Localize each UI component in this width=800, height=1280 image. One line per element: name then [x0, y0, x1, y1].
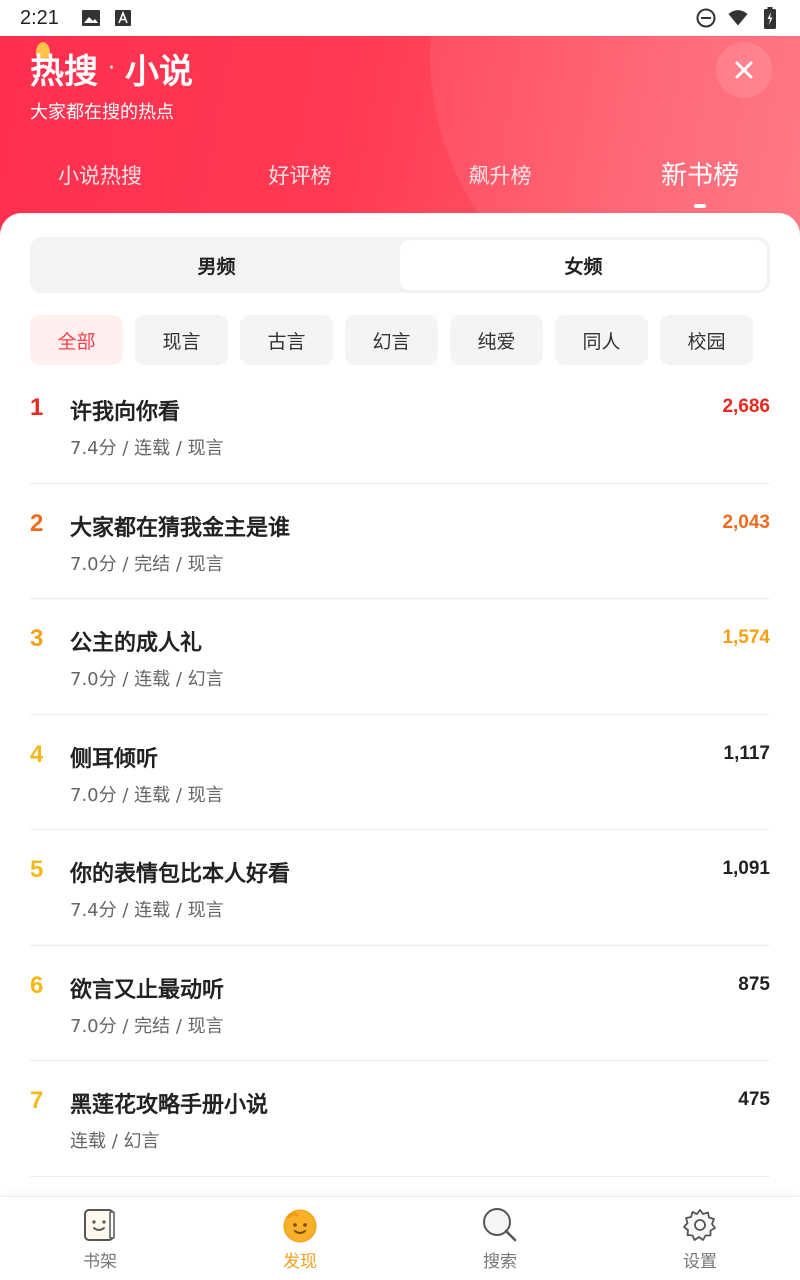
- search-count: 875: [738, 973, 770, 995]
- title-main: 热搜: [30, 52, 98, 92]
- do-not-disturb-icon: [696, 8, 716, 28]
- book-title: 公主的成人礼: [70, 631, 203, 656]
- rank-number: 2: [30, 509, 44, 537]
- rank-number: 5: [30, 856, 44, 883]
- chip-fan-fiction[interactable]: 同人: [555, 315, 648, 365]
- category-chips: 全部 现言 古言 幻言 纯爱 同人 校园: [30, 315, 770, 365]
- list-item[interactable]: 3 公主的成人礼 7.0分 / 连载 / 幻言 1,574: [30, 599, 770, 715]
- rank-number: 7: [30, 1087, 44, 1114]
- chip-pure-love[interactable]: 纯爱: [450, 315, 543, 365]
- rank-number: 1: [30, 394, 44, 421]
- book-meta: 7.4分 / 连载 / 现言: [70, 900, 224, 921]
- book-meta: 7.0分 / 完结 / 现言: [70, 1015, 224, 1037]
- chip-modern-romance[interactable]: 现言: [135, 315, 228, 365]
- status-bar: 2:21: [0, 0, 800, 36]
- book-title: 许我向你看: [70, 400, 181, 425]
- bottom-navigation: 书架 发现 搜索 设置: [0, 1196, 800, 1280]
- search-count: 1,091: [722, 858, 770, 879]
- chip-fantasy-romance[interactable]: 幻言: [345, 315, 438, 365]
- header: 热搜 · 小说 大家都在搜的热点 小说热搜 好评榜 飙升榜 新书榜: [0, 36, 800, 236]
- book-meta: 7.0分 / 连载 / 幻言: [70, 669, 224, 690]
- book-meta: 连载 / 幻言: [70, 1131, 160, 1152]
- book-title: 大家都在猜我金主是谁: [70, 515, 291, 541]
- nav-settings[interactable]: 设置: [600, 1197, 800, 1280]
- search-count: 2,043: [722, 511, 770, 533]
- list-item[interactable]: 2 大家都在猜我金主是谁 7.0分 / 完结 / 现言 2,043: [30, 484, 770, 599]
- nav-bookshelf-label: 书架: [83, 1252, 117, 1272]
- book-title: 侧耳倾听: [70, 746, 159, 772]
- tab-rising[interactable]: 飙升榜: [400, 154, 600, 204]
- search-count: 1,574: [722, 627, 770, 648]
- book-meta: 7.0分 / 完结 / 现言: [70, 553, 224, 575]
- close-icon: [735, 61, 753, 79]
- tab-new-books[interactable]: 新书榜: [600, 154, 800, 208]
- tab-hot-search[interactable]: 小说热搜: [0, 154, 200, 204]
- search-count: 2,686: [722, 396, 770, 417]
- search-icon: [480, 1205, 520, 1245]
- list-item[interactable]: 6 欲言又止最动听 7.0分 / 完结 / 现言 875: [30, 946, 770, 1061]
- book-title: 你的表情包比本人好看: [70, 862, 291, 887]
- settings-icon: [680, 1205, 720, 1245]
- gender-segmented-control: 男频 女频: [30, 237, 770, 293]
- book-meta: 7.0分 / 连载 / 现言: [70, 784, 224, 806]
- nav-search-label: 搜索: [483, 1252, 517, 1272]
- book-list: 1 许我向你看 7.4分 / 连载 / 现言 2,686 2 大家都在猜我金主是…: [30, 368, 770, 1177]
- nav-search[interactable]: 搜索: [400, 1197, 600, 1280]
- close-button[interactable]: [716, 42, 772, 98]
- page-subtitle: 大家都在搜的热点: [30, 102, 174, 123]
- chip-ancient-romance[interactable]: 古言: [240, 315, 333, 365]
- segment-male[interactable]: 男频: [33, 240, 400, 290]
- font-icon: [113, 8, 133, 28]
- image-icon: [81, 8, 101, 28]
- main-card: 男频 女频 全部 现言 古言 幻言 纯爱 同人 校园 1 许我向你看 7.4分 …: [0, 213, 800, 1203]
- bookshelf-icon: [80, 1205, 120, 1245]
- list-item[interactable]: 4 侧耳倾听 7.0分 / 连载 / 现言 1,117: [30, 715, 771, 830]
- page-title: 热搜 · 小说: [30, 44, 193, 93]
- search-count: 475: [738, 1089, 770, 1110]
- segment-female[interactable]: 女频: [400, 240, 767, 290]
- status-time: 2:21: [20, 6, 59, 29]
- book-title: 欲言又止最动听: [70, 977, 225, 1003]
- list-item[interactable]: 5 你的表情包比本人好看 7.4分 / 连载 / 现言 1,091: [30, 830, 770, 946]
- battery-icon: [760, 7, 780, 29]
- active-tab-indicator: [694, 204, 706, 208]
- title-sub: 小说: [125, 52, 193, 92]
- tab-top-rated[interactable]: 好评榜: [200, 154, 400, 204]
- discover-icon: [280, 1205, 320, 1245]
- list-item[interactable]: 1 许我向你看 7.4分 / 连载 / 现言 2,686: [30, 368, 770, 484]
- search-count: 1,117: [723, 742, 771, 764]
- wifi-icon: [728, 8, 748, 28]
- book-meta: 7.4分 / 连载 / 现言: [70, 438, 224, 459]
- rank-number: 6: [30, 971, 44, 999]
- nav-discover-label: 发现: [283, 1252, 317, 1272]
- ranking-tabs: 小说热搜 好评榜 飙升榜 新书榜: [0, 154, 800, 208]
- nav-discover[interactable]: 发现: [200, 1197, 400, 1280]
- nav-settings-label: 设置: [683, 1252, 717, 1272]
- tab-new-books-label: 新书榜: [660, 161, 739, 191]
- rank-number: 4: [30, 740, 44, 768]
- chip-all[interactable]: 全部: [30, 315, 123, 365]
- nav-bookshelf[interactable]: 书架: [0, 1197, 200, 1280]
- list-item[interactable]: 7 黑莲花攻略手册小说 连载 / 幻言 475: [30, 1061, 770, 1177]
- book-title: 黑莲花攻略手册小说: [70, 1093, 269, 1118]
- title-separator: ·: [108, 56, 115, 81]
- chip-campus[interactable]: 校园: [660, 315, 753, 365]
- rank-number: 3: [30, 625, 44, 652]
